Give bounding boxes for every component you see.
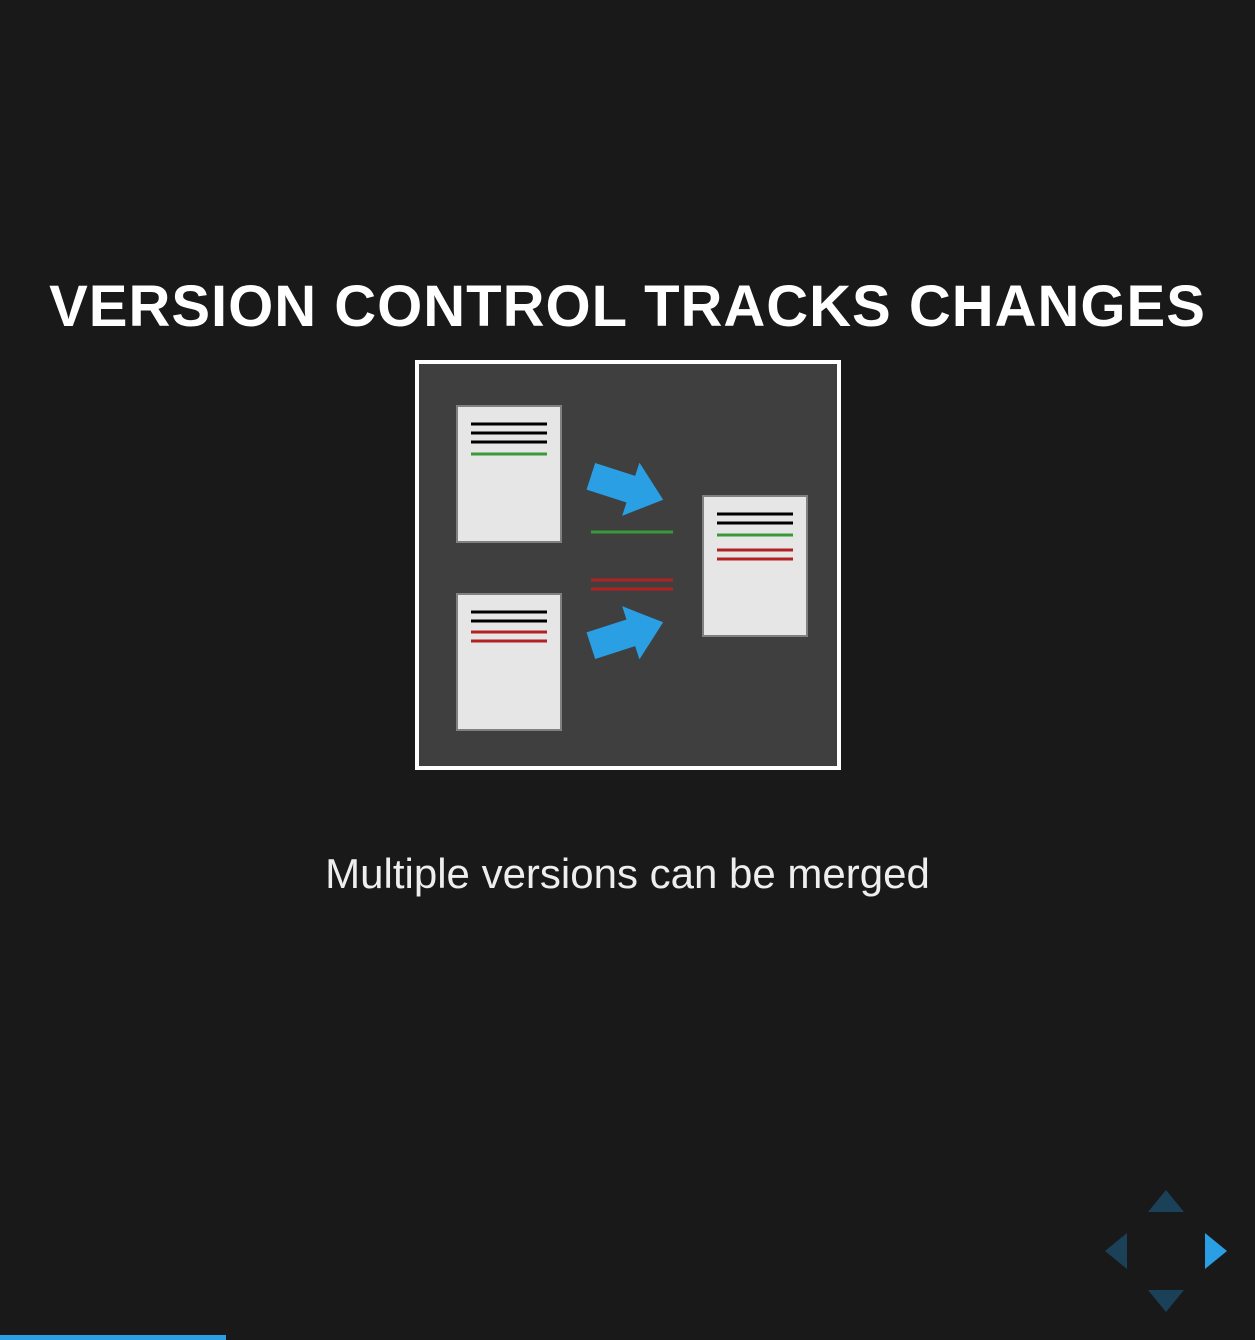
nav-left-arrow-icon[interactable] <box>1105 1233 1127 1269</box>
doc-input-b-icon <box>457 594 561 730</box>
doc-input-a-icon <box>457 406 561 542</box>
merge-diagram <box>415 360 841 770</box>
arrow-top-icon <box>582 450 672 527</box>
nav-right-arrow-icon[interactable] <box>1205 1233 1227 1269</box>
slide-title: VERSION CONTROL TRACKS CHANGES <box>0 273 1255 340</box>
nav-up-arrow-icon[interactable] <box>1148 1190 1184 1212</box>
nav-down-arrow-icon[interactable] <box>1148 1290 1184 1312</box>
slide-caption: Multiple versions can be merged <box>0 850 1255 898</box>
diff-snippet-red-icon <box>591 580 673 589</box>
doc-output-icon <box>703 496 807 636</box>
progress-bar <box>0 1335 226 1340</box>
arrow-bottom-icon <box>582 596 672 673</box>
slide-nav <box>1101 1186 1231 1316</box>
slide: VERSION CONTROL TRACKS CHANGES <box>0 0 1255 1340</box>
